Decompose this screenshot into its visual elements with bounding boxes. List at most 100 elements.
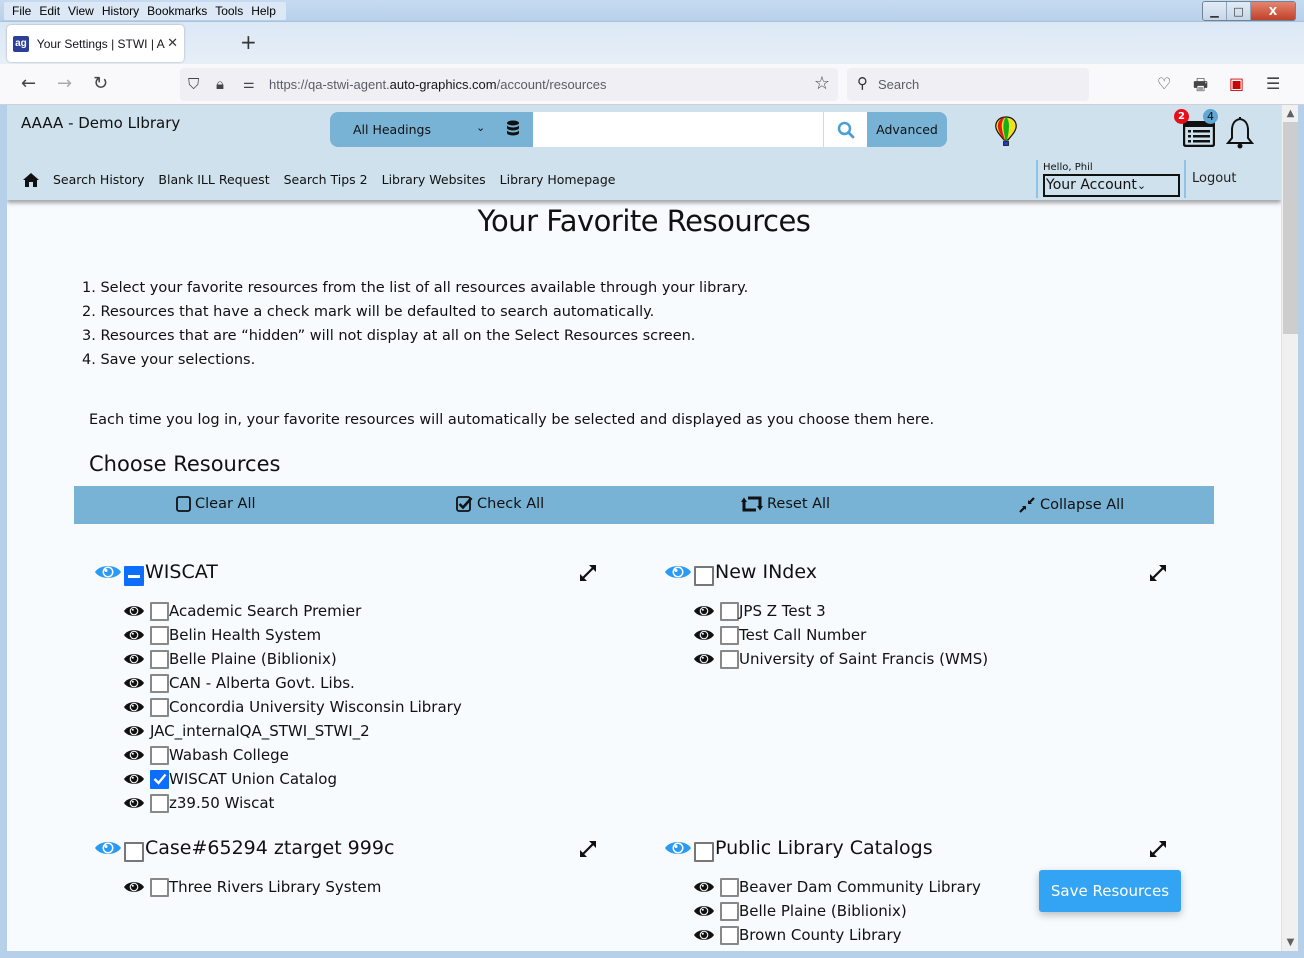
shield-icon[interactable]: ⛉ [188,75,199,93]
menu-tools[interactable]: Tools [211,2,247,20]
resource-checkbox[interactable] [720,901,739,921]
visibility-eye-icon[interactable] [693,652,715,666]
menu-help[interactable]: Help [247,2,280,20]
visibility-eye-icon[interactable] [693,604,715,618]
resource-checkbox[interactable] [150,673,169,693]
expand-icon[interactable] [1149,840,1167,858]
visibility-eye-icon[interactable] [664,839,692,857]
visibility-eye-icon[interactable] [693,880,715,894]
expand-icon[interactable] [579,840,597,858]
maximize-button[interactable]: □ [1227,2,1251,20]
back-icon[interactable]: ← [21,73,36,94]
menu-file[interactable]: File [8,2,35,20]
forward-icon[interactable]: → [57,73,72,94]
search-scope-select[interactable]: All Headings ⌄ [330,112,533,147]
visibility-eye-icon[interactable] [94,839,122,857]
visibility-eye-icon[interactable] [693,628,715,642]
menu-bookmarks[interactable]: Bookmarks [143,2,211,20]
nav-library-homepage[interactable]: Library Homepage [500,172,616,187]
reset-all-label: Reset All [767,496,831,512]
saved-list-icon[interactable] [1183,121,1215,147]
url-bar[interactable]: ⛉ 🔒︎ ⚌ https://qa-stwi-agent.auto-graphi… [180,68,838,101]
visibility-eye-icon[interactable] [664,563,692,581]
visibility-eye-icon[interactable] [693,928,715,942]
resource-checkbox[interactable] [720,925,739,945]
browser-tab-active[interactable]: ag Your Settings | STWI | AAAA | Auto-Gr… [7,25,184,62]
visibility-eye-icon[interactable] [693,904,715,918]
minimize-button[interactable]: ▁ [1203,2,1227,20]
logout-link[interactable]: Logout [1184,160,1237,198]
nav-search-tips[interactable]: Search Tips 2 [284,172,368,187]
save-resources-button[interactable]: Save Resources [1039,870,1181,912]
visibility-eye-icon[interactable] [123,724,145,738]
resource-checkbox[interactable] [720,625,739,645]
group-checkbox[interactable] [124,566,144,586]
nav-search-history[interactable]: Search History [53,172,144,187]
collapse-all-button[interactable]: Collapse All [1018,496,1124,514]
nav-blank-ill-request[interactable]: Blank ILL Request [158,172,269,187]
instruction-item: 2. Resources that have a check mark will… [82,304,655,320]
visibility-eye-icon[interactable] [123,676,145,690]
menu-edit[interactable]: Edit [35,2,64,20]
catalog-search-input[interactable] [533,112,823,147]
resource-checkbox[interactable] [150,625,169,645]
group-checkbox[interactable] [694,566,714,586]
scroll-up-arrow[interactable]: ▲ [1282,105,1299,122]
resource-group-header: New INdex [663,557,1203,587]
visibility-eye-icon[interactable] [123,748,145,762]
group-checkbox[interactable] [124,842,144,862]
resource-checkbox[interactable] [150,793,169,813]
bell-icon[interactable] [1225,115,1255,149]
vertical-scrollbar[interactable]: ▲ ▼ [1281,105,1298,951]
new-tab-button[interactable]: + [240,30,257,54]
resource-checkbox[interactable] [150,601,169,621]
visibility-eye-icon[interactable] [123,880,145,894]
lock-icon[interactable]: 🔒︎ [216,75,224,93]
visibility-eye-icon[interactable] [123,604,145,618]
visibility-eye-icon[interactable] [123,796,145,810]
extension-icon[interactable]: ▣ [1229,74,1244,93]
print-icon[interactable]: 🖶︎ [1193,74,1208,101]
visibility-eye-icon[interactable] [123,652,145,666]
resource-checkbox[interactable] [150,697,169,717]
pocket-icon[interactable]: ♡ [1157,74,1171,93]
visibility-eye-icon[interactable] [123,700,145,714]
resource-checkbox[interactable] [150,877,169,897]
bookmark-star-icon[interactable]: ☆ [814,73,830,94]
visibility-eye-icon[interactable] [123,628,145,642]
group-checkbox[interactable] [694,842,714,862]
resource-checkbox[interactable] [150,649,169,669]
reload-icon[interactable]: ↻ [93,73,108,94]
close-window-button[interactable]: X [1251,2,1295,20]
resource-checkbox[interactable] [150,769,169,789]
expand-icon[interactable] [1149,564,1167,582]
resource-checkbox[interactable] [720,649,739,669]
menu-view[interactable]: View [64,2,98,20]
database-icon[interactable] [506,120,520,137]
browser-search-bar[interactable]: ⚲ Search [847,68,1089,101]
reset-all-button[interactable]: Reset All [741,496,830,512]
resource-group-header: WISCAT [93,557,633,587]
resource-checkbox[interactable] [720,877,739,897]
clear-all-button[interactable]: Clear All [176,496,256,512]
resource-checkbox[interactable] [150,745,169,765]
your-account-dropdown[interactable]: Your Account⌄ [1043,174,1180,197]
search-button[interactable] [823,112,867,147]
visibility-eye-icon[interactable] [123,772,145,786]
visibility-eye-icon[interactable] [94,563,122,581]
home-icon[interactable] [23,172,39,187]
expand-icon[interactable] [579,564,597,582]
permissions-icon[interactable]: ⚌ [243,77,255,92]
advanced-search-button[interactable]: Advanced [867,112,947,147]
close-tab-icon[interactable]: ✕ [167,36,178,51]
url-text[interactable]: https://qa-stwi-agent.auto-graphics.com/… [269,77,606,92]
menu-history[interactable]: History [98,2,143,20]
menu-bar: File Edit View History Bookmarks Tools H… [4,2,286,20]
scroll-down-arrow[interactable]: ▼ [1282,934,1299,951]
nav-library-websites[interactable]: Library Websites [382,172,486,187]
menu-hamburger-icon[interactable]: ☰ [1266,74,1280,93]
check-all-button[interactable]: Check All [456,496,544,512]
scrollbar-thumb[interactable] [1283,122,1298,334]
balloon-logo-icon[interactable] [993,116,1019,148]
resource-checkbox[interactable] [720,601,739,621]
